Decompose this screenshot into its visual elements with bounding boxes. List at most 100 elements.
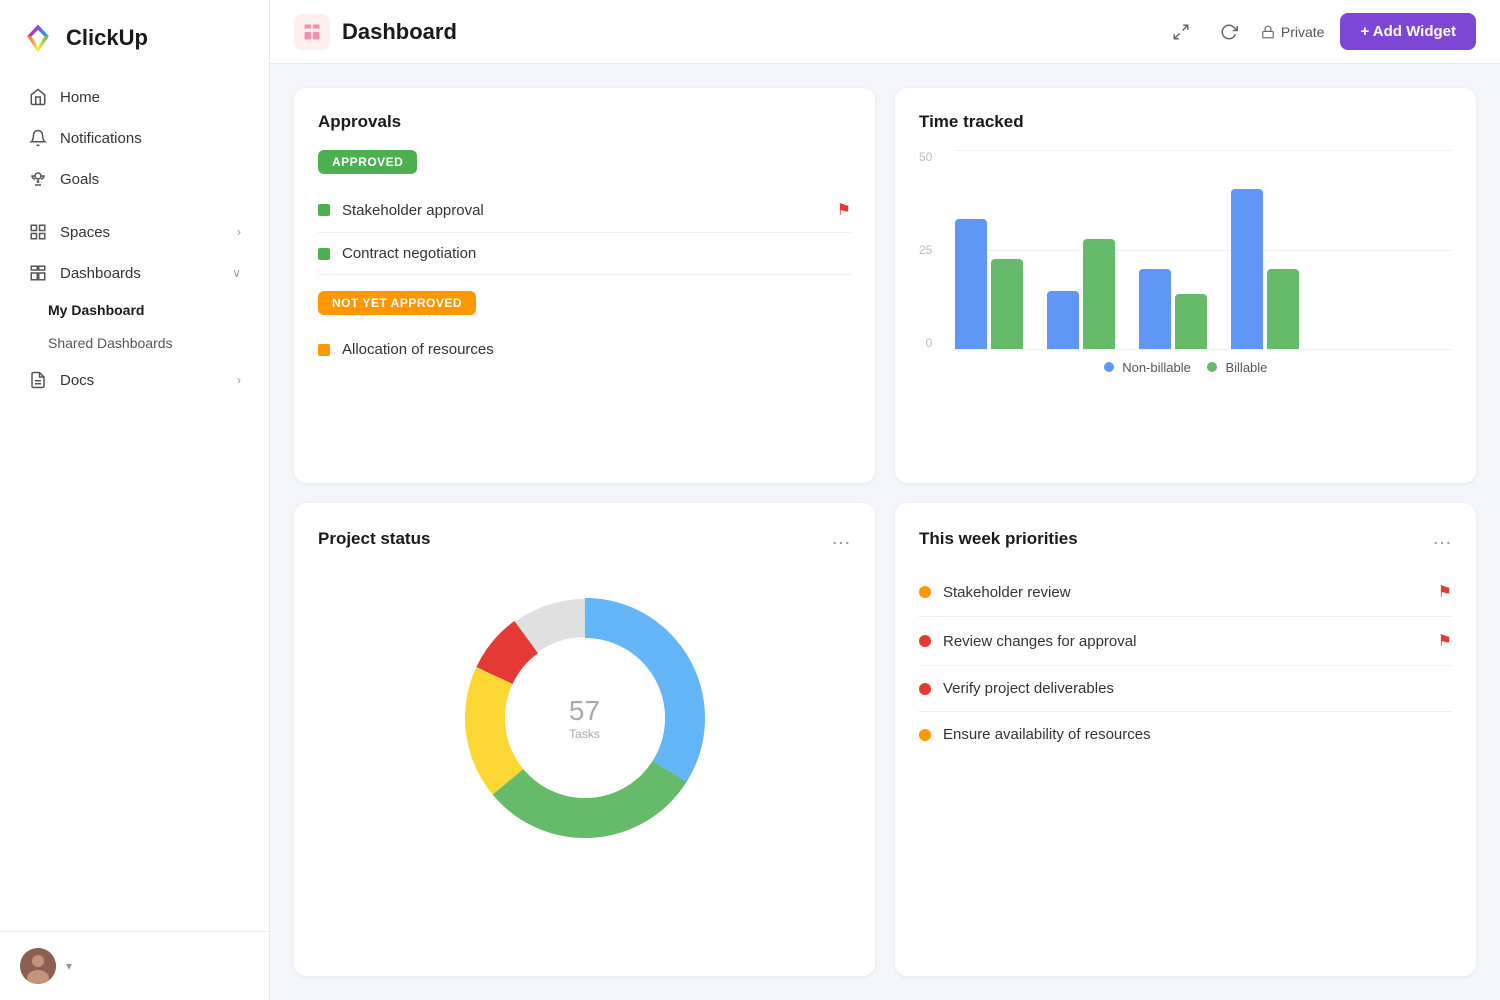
avatar[interactable]: [20, 948, 56, 984]
donut-label: Tasks: [569, 727, 600, 741]
priority-dot-3: [919, 683, 931, 695]
legend-non-billable: Non-billable: [1104, 360, 1191, 375]
bar-2-blue: [1047, 291, 1079, 349]
private-label: Private: [1281, 24, 1325, 40]
expand-icon[interactable]: [1165, 16, 1197, 48]
approvals-title: Approvals: [318, 112, 851, 132]
bar-group-4: [1231, 189, 1299, 349]
bell-icon: [28, 128, 48, 148]
app-name: ClickUp: [66, 25, 148, 51]
lock-icon: [1261, 25, 1275, 39]
sidebar: ClickUp Home Notifications Goals: [0, 0, 270, 1000]
priorities-title: This week priorities: [919, 529, 1078, 549]
project-status-menu[interactable]: …: [831, 527, 851, 550]
clickup-logo-icon: [20, 20, 56, 56]
dot-green-icon-2: [318, 248, 330, 260]
sidebar-item-my-dashboard[interactable]: My Dashboard: [8, 294, 261, 326]
sidebar-item-docs-label: Docs: [60, 372, 94, 389]
bar-group-1: [955, 219, 1023, 349]
bar-1-green: [991, 259, 1023, 349]
sidebar-item-home[interactable]: Home: [8, 77, 261, 117]
donut-wrapper: 57 Tasks: [445, 578, 725, 858]
priority-item-1[interactable]: Stakeholder review ⚑: [919, 568, 1452, 617]
priorities-menu[interactable]: …: [1432, 527, 1452, 550]
chart-legend: Non-billable Billable: [919, 360, 1452, 375]
sidebar-item-docs[interactable]: Docs ›: [8, 360, 261, 400]
user-menu-chevron[interactable]: ▾: [66, 959, 72, 973]
priority-flag-2: ⚑: [1438, 631, 1452, 651]
approved-badge: APPROVED: [318, 150, 417, 174]
priority-item-4-label: Ensure availability of resources: [943, 726, 1151, 743]
donut-container: 57 Tasks: [318, 568, 851, 868]
approvals-widget: Approvals APPROVED Stakeholder approval …: [294, 88, 875, 483]
project-status-widget: Project status …: [294, 503, 875, 976]
approval-item-stakeholder-label: Stakeholder approval: [342, 202, 484, 219]
priority-item-4[interactable]: Ensure availability of resources: [919, 712, 1452, 757]
bar-4-blue: [1231, 189, 1263, 349]
sidebar-item-dashboards-label: Dashboards: [60, 265, 141, 282]
docs-chevron: ›: [237, 373, 241, 387]
approval-item-allocation[interactable]: Allocation of resources: [318, 329, 851, 370]
sidebar-item-goals[interactable]: Goals: [8, 159, 261, 199]
sidebar-item-shared-dashboards-label: Shared Dashboards: [48, 335, 173, 351]
sidebar-item-home-label: Home: [60, 89, 100, 106]
project-status-header: Project status …: [318, 527, 851, 550]
bar-4-green: [1267, 269, 1299, 349]
spaces-chevron: ›: [237, 225, 241, 239]
priorities-header: This week priorities …: [919, 527, 1452, 550]
not-approved-badge: NOT YET APPROVED: [318, 291, 476, 315]
y-label-0: 0: [926, 336, 933, 350]
sidebar-item-notifications[interactable]: Notifications: [8, 118, 261, 158]
y-label-25: 25: [919, 243, 932, 257]
priority-item-2-label: Review changes for approval: [943, 633, 1136, 650]
donut-number: 57: [569, 695, 600, 727]
sidebar-item-notifications-label: Notifications: [60, 130, 142, 147]
priority-item-3-label: Verify project deliverables: [943, 680, 1114, 697]
donut-center-text: 57 Tasks: [569, 695, 600, 741]
sidebar-item-goals-label: Goals: [60, 171, 99, 188]
sidebar-item-dashboards[interactable]: Dashboards ∨: [8, 253, 261, 293]
approval-item-contract-label: Contract negotiation: [342, 245, 476, 262]
private-badge[interactable]: Private: [1261, 24, 1325, 40]
legend-dot-blue: [1104, 362, 1114, 372]
priority-item-3[interactable]: Verify project deliverables: [919, 666, 1452, 712]
dashboards-icon: [28, 263, 48, 283]
priority-dot-4: [919, 729, 931, 741]
sidebar-item-my-dashboard-label: My Dashboard: [48, 302, 144, 318]
bar-1-blue: [955, 219, 987, 349]
priority-item-2[interactable]: Review changes for approval ⚑: [919, 617, 1452, 666]
approval-item-contract[interactable]: Contract negotiation: [318, 233, 851, 275]
sidebar-nav: Home Notifications Goals Spaces ›: [0, 72, 269, 931]
refresh-icon[interactable]: [1213, 16, 1245, 48]
sidebar-item-shared-dashboards[interactable]: Shared Dashboards: [8, 327, 261, 359]
bar-2-green: [1083, 239, 1115, 349]
approval-item-stakeholder[interactable]: Stakeholder approval ⚑: [318, 188, 851, 233]
priorities-widget: This week priorities … Stakeholder revie…: [895, 503, 1476, 976]
topbar: Dashboard Private + Add Widget: [270, 0, 1500, 64]
priority-flag-1: ⚑: [1438, 582, 1452, 602]
dashboards-chevron: ∨: [232, 266, 241, 280]
time-tracked-widget: Time tracked 50 25 0: [895, 88, 1476, 483]
priority-dot-2: [919, 635, 931, 647]
sidebar-footer[interactable]: ▾: [0, 931, 269, 1000]
approval-item-allocation-label: Allocation of resources: [342, 341, 494, 358]
topbar-actions: Private + Add Widget: [1165, 13, 1476, 50]
dashboard-topbar-icon: [294, 14, 330, 50]
main-content: Dashboard Private + Add Widget Approvals…: [270, 0, 1500, 1000]
logo[interactable]: ClickUp: [0, 0, 269, 72]
time-tracked-title: Time tracked: [919, 112, 1452, 132]
legend-billable: Billable: [1207, 360, 1268, 375]
dashboard-grid: Approvals APPROVED Stakeholder approval …: [270, 64, 1500, 1000]
bar-group-2: [1047, 239, 1115, 349]
sidebar-item-spaces-label: Spaces: [60, 224, 110, 241]
priority-item-1-label: Stakeholder review: [943, 584, 1071, 601]
bar-3-blue: [1139, 269, 1171, 349]
flag-red-icon: ⚑: [837, 200, 851, 220]
project-status-title: Project status: [318, 529, 430, 549]
add-widget-button[interactable]: + Add Widget: [1340, 13, 1476, 50]
dot-green-icon: [318, 204, 330, 216]
bar-group-3: [1139, 269, 1207, 349]
y-label-50: 50: [919, 150, 932, 164]
sidebar-item-spaces[interactable]: Spaces ›: [8, 212, 261, 252]
spaces-icon: [28, 222, 48, 242]
